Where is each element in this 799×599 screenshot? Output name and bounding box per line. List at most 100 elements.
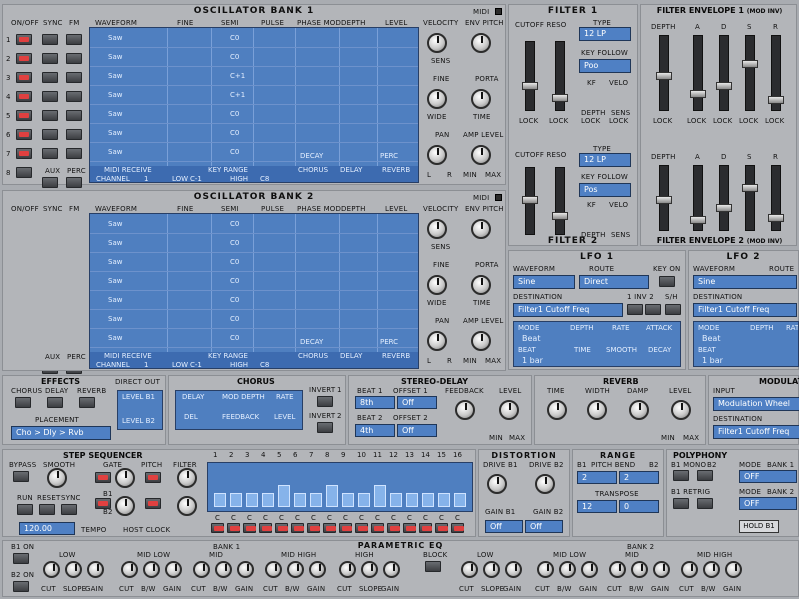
filter2-keyfollow-value[interactable]: Pos [579, 183, 631, 197]
osc2-row7-semi[interactable]: C0 [230, 334, 239, 342]
step-gate-button[interactable] [291, 523, 304, 533]
filter1-reso-slider[interactable] [552, 41, 568, 111]
sd-level-knob[interactable] [499, 400, 519, 420]
eq-cut-knob[interactable] [193, 561, 210, 578]
fenv2-release-slider[interactable] [768, 165, 784, 231]
step-gate-b2-button[interactable] [95, 498, 111, 509]
filter2-reso-slider[interactable] [552, 167, 568, 235]
osc2-row4-semi[interactable]: C0 [230, 277, 239, 285]
step-bar[interactable] [406, 493, 418, 507]
step-gate-knob[interactable] [115, 468, 135, 488]
step-gate-button[interactable] [243, 523, 256, 533]
poly-mode2-value[interactable]: OFF [739, 497, 797, 510]
step-gate-button[interactable] [403, 523, 416, 533]
distortion-b1-knob[interactable] [487, 474, 507, 494]
step-gate-button[interactable] [259, 523, 272, 533]
step-smooth-knob[interactable] [47, 468, 67, 488]
poly-b2-retrig-button[interactable] [697, 498, 713, 509]
osc1-fine-knob[interactable] [427, 89, 447, 109]
osc1-aux-button[interactable] [42, 177, 58, 188]
lfo1-destination-value[interactable]: Filter1 Cutoff Freq [513, 303, 623, 317]
osc1-display[interactable]: Saw Saw Saw Saw Saw Saw Saw C0 C0 C+1 C+… [89, 27, 419, 183]
eq-bw-knob[interactable] [703, 561, 720, 578]
poly-hold-button[interactable]: HOLD B1 [739, 520, 779, 533]
eq-cut-knob[interactable] [461, 561, 478, 578]
osc1-fm-button[interactable] [66, 91, 82, 102]
step-run-button[interactable] [17, 504, 33, 515]
osc1-onoff-button[interactable] [16, 148, 32, 159]
distortion-b2-mode[interactable]: Off [525, 520, 563, 533]
eq-slope-knob[interactable] [483, 561, 500, 578]
step-gate-button[interactable] [275, 523, 288, 533]
osc2-row5-wave[interactable]: Saw [108, 296, 122, 304]
sd-beat2-value[interactable]: 4th [355, 424, 395, 437]
osc1-row2-wave[interactable]: Saw [108, 53, 122, 61]
eq-gain-knob[interactable] [237, 561, 254, 578]
osc2-amplevel-knob[interactable] [471, 331, 491, 351]
step-bar[interactable] [358, 493, 370, 507]
osc1-row5-wave[interactable]: Saw [108, 110, 122, 118]
eq-bw-knob[interactable] [143, 561, 160, 578]
range-tr-b2-value[interactable]: 0 [619, 500, 659, 513]
reverb-damp-knob[interactable] [629, 400, 649, 420]
step-bar[interactable] [422, 493, 434, 507]
osc2-row3-wave[interactable]: Saw [108, 258, 122, 266]
step-gate-button[interactable] [355, 523, 368, 533]
osc1-midi-led[interactable] [495, 8, 502, 15]
poly-mode1-value[interactable]: OFF [739, 470, 797, 483]
step-gate-button[interactable] [435, 523, 448, 533]
osc1-sync-button[interactable] [42, 72, 58, 83]
sd-offset1-value[interactable]: Off [397, 396, 437, 409]
osc1-pan-knob[interactable] [427, 145, 447, 165]
osc1-envpitch-knob[interactable] [471, 33, 491, 53]
osc1-onoff-button[interactable] [16, 110, 32, 121]
osc1-sync-button[interactable] [42, 148, 58, 159]
osc1-perc-button[interactable] [66, 177, 82, 188]
sd-beat1-value[interactable]: 8th [355, 396, 395, 409]
eq-gain-knob[interactable] [87, 561, 104, 578]
step-bar[interactable] [246, 493, 258, 507]
fenv1-decay-slider[interactable] [716, 35, 732, 111]
eq-bw-knob[interactable] [215, 561, 232, 578]
osc1-onoff-button[interactable] [16, 34, 32, 45]
osc2-display[interactable]: Saw Saw Saw Saw Saw Saw Saw C0 C0 C0 C0 … [89, 213, 419, 369]
fenv1-attack-slider[interactable] [690, 35, 706, 111]
sd-feedback-knob[interactable] [455, 400, 475, 420]
eq-gain-knob[interactable] [581, 561, 598, 578]
eq-cut-knob[interactable] [681, 561, 698, 578]
osc2-row6-wave[interactable]: Saw [108, 315, 122, 323]
osc2-row5-semi[interactable]: C0 [230, 296, 239, 304]
eq-bw-knob[interactable] [287, 561, 304, 578]
eq-slope-knob[interactable] [65, 561, 82, 578]
osc1-sync-button[interactable] [42, 34, 58, 45]
step-gate-button[interactable] [211, 523, 224, 533]
distortion-b2-knob[interactable] [535, 474, 555, 494]
osc1-amplevel-knob[interactable] [471, 145, 491, 165]
eq-gain-knob[interactable] [725, 561, 742, 578]
sd-offset2-value[interactable]: Off [397, 424, 437, 437]
eq-cut-knob[interactable] [537, 561, 554, 578]
step-bar[interactable] [438, 493, 450, 507]
step-gate-button[interactable] [387, 523, 400, 533]
osc1-porta-knob[interactable] [471, 89, 491, 109]
step-bypass-button[interactable] [13, 471, 29, 482]
lfo1-keyon-button[interactable] [659, 276, 675, 287]
modulation-input-value[interactable]: Modulation Wheel [713, 397, 799, 411]
filter1-cutoff-slider[interactable] [522, 41, 538, 111]
osc2-midi-led[interactable] [495, 194, 502, 201]
filter1-type-value[interactable]: 12 LP [579, 27, 631, 41]
reverb-width-knob[interactable] [587, 400, 607, 420]
eq-b2-on-button[interactable] [13, 581, 29, 592]
step-bar[interactable] [454, 493, 466, 507]
lfo2-beat-value[interactable]: 1 bar [702, 356, 723, 365]
filter1-keyfollow-value[interactable]: Poo [579, 59, 631, 73]
eq-cut-knob[interactable] [609, 561, 626, 578]
fenv2-decay-slider[interactable] [716, 165, 732, 231]
osc2-porta-knob[interactable] [471, 275, 491, 295]
osc1-row3-semi[interactable]: C+1 [230, 72, 245, 80]
osc1-row6-wave[interactable]: Saw [108, 129, 122, 137]
fenv2-attack-slider[interactable] [690, 165, 706, 231]
step-bar[interactable] [326, 485, 338, 507]
distortion-b1-mode[interactable]: Off [485, 520, 523, 533]
osc1-fm-button[interactable] [66, 72, 82, 83]
